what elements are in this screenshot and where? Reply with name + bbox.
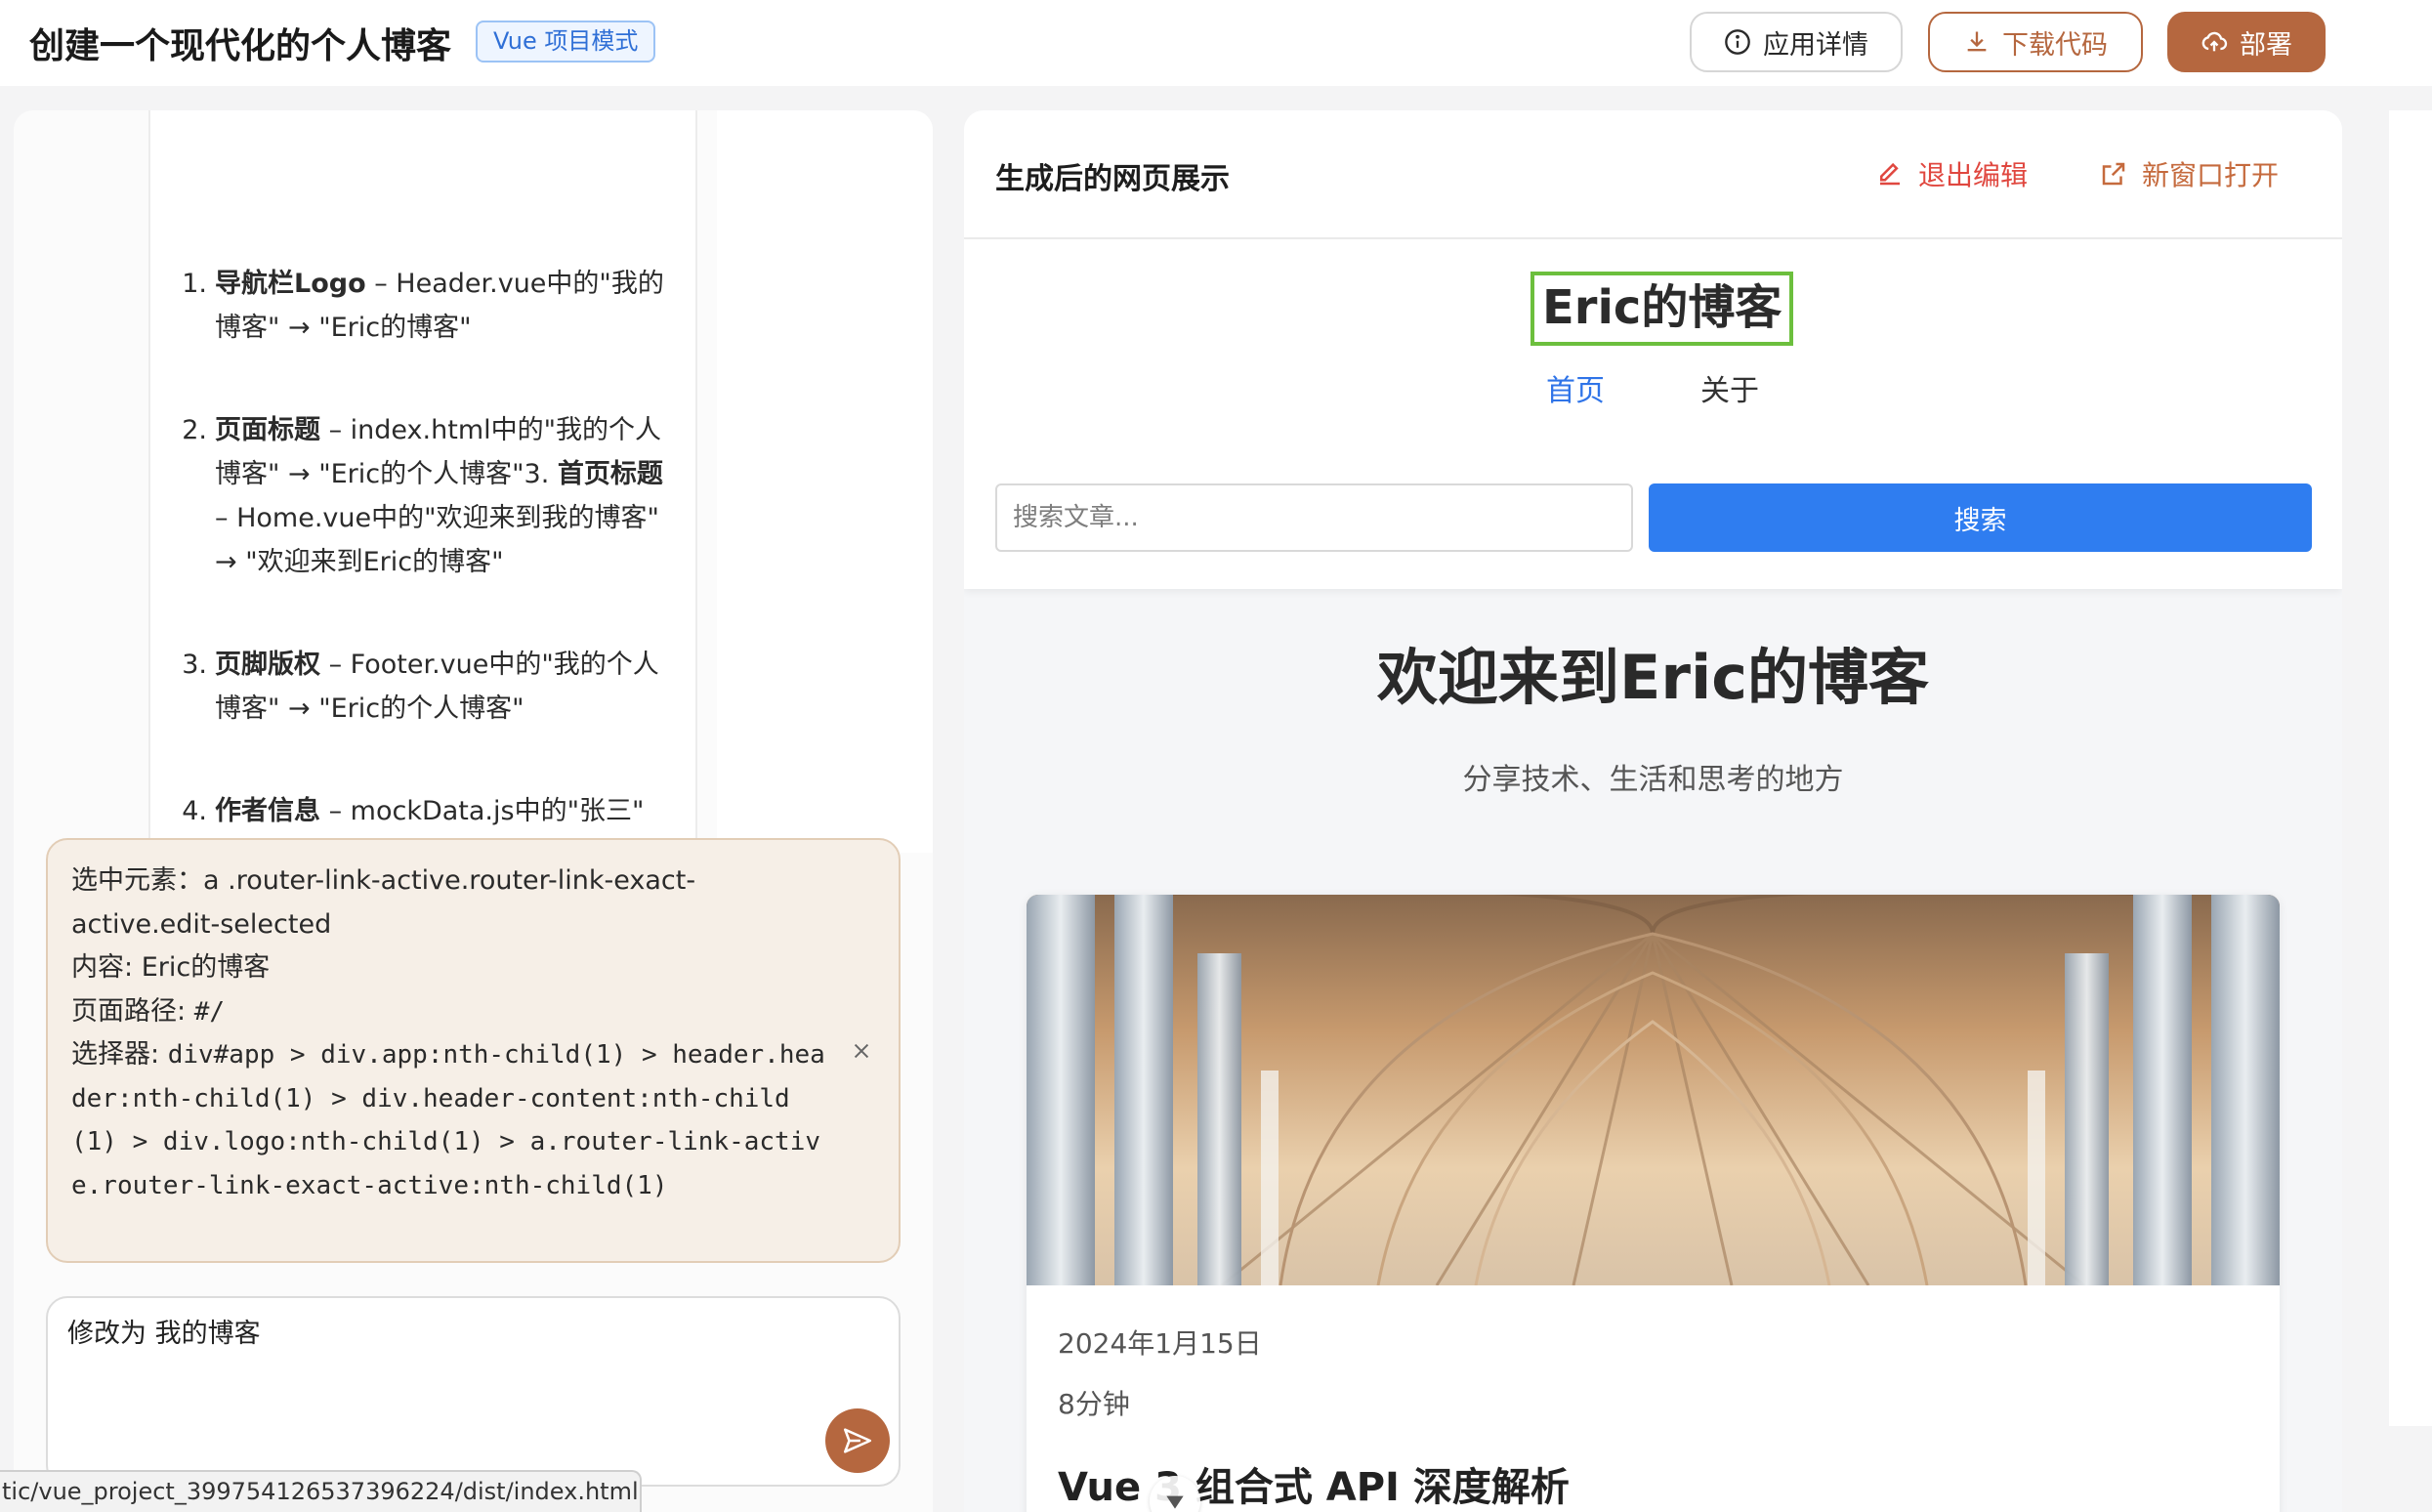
change-item-detail: – Home.vue中的"欢迎来到我的博客" → "欢迎来到Eric的博客" — [215, 503, 659, 577]
change-item-number: 3. — [182, 650, 207, 680]
article-search-input[interactable] — [995, 483, 1633, 552]
content-label: 内容: — [71, 952, 142, 983]
post-read-time: 8分钟 — [1058, 1388, 1130, 1420]
message-input-box: 修改为 我的博客 — [46, 1296, 901, 1487]
hero-title: 欢迎来到Eric的博客 — [1377, 642, 1929, 713]
message-input[interactable]: 修改为 我的博客 — [67, 1312, 810, 1458]
change-item: 2. 页面标题 – index.html中的"我的个人博客" → "Eric的个人… — [176, 408, 684, 584]
change-item-number: 2. — [182, 415, 207, 445]
post-image — [1027, 895, 2280, 1285]
change-item-heading: 首页标题 — [557, 459, 663, 489]
assistant-message: 1. 导航栏Logo – Header.vue中的"我的博客" → "Eric的博… — [148, 110, 697, 853]
change-item: 3. 页脚版权 – Footer.vue中的"我的个人博客" → "Eric的个人… — [176, 643, 684, 731]
page-path-value: #/ — [193, 996, 225, 1027]
post-card[interactable]: 2024年1月15日 8分钟 Vue 3 组合式 API 深度解析 — [1027, 895, 2280, 1512]
download-code-button[interactable]: 下载代码 — [1928, 12, 2143, 72]
selector-line: 选择器: div#app > div.app:nth-child(1) > he… — [71, 1033, 830, 1207]
page-path-line: 页面路径: #/ — [71, 990, 830, 1034]
post-date: 2024年1月15日 — [1058, 1327, 1262, 1360]
app-title: 创建一个现代化的个人博客 — [29, 26, 452, 66]
open-new-window-label: 新窗口打开 — [2142, 159, 2280, 191]
content-value: Eric的博客 — [141, 952, 271, 983]
change-item-text: 作者信息 – mockData.js中的"张三" — [215, 789, 644, 833]
post-title[interactable]: Vue 3 组合式 API 深度解析 — [1058, 1455, 1570, 1512]
exit-edit-label: 退出编辑 — [1918, 159, 2029, 191]
nav-home-link[interactable]: 首页 — [1546, 366, 1605, 409]
download-code-label: 下载代码 — [2002, 29, 2108, 61]
selector-value: div#app > div.app:nth-child(1) > header.… — [71, 1040, 825, 1200]
change-item-number: 4. — [182, 796, 207, 826]
change-item-number: 1. — [182, 269, 207, 299]
chevron-down-icon — [1166, 1495, 1184, 1509]
change-item-heading: 页脚版权 — [215, 650, 320, 680]
deploy-button[interactable]: 部署 — [2167, 12, 2326, 72]
clear-selection-button[interactable] — [844, 1033, 879, 1069]
top-bar: 创建一个现代化的个人博客 Vue 项目模式 应用详情 下载代码 部署 — [0, 0, 2432, 86]
selector-label: 选择器: — [71, 1039, 168, 1070]
change-item: 4. 作者信息 – mockData.js中的"张三" — [176, 789, 684, 833]
deploy-label: 部署 — [2240, 29, 2292, 61]
content-line: 内容: Eric的博客 — [71, 946, 830, 990]
preview-title: 生成后的网页展示 — [995, 162, 1230, 196]
site-header: Eric的博客 首页 关于 搜索 — [964, 239, 2342, 589]
preview-pane: 生成后的网页展示 退出编辑 新窗口打开 Eric的博客 首页 关于 搜索 欢迎来… — [964, 110, 2342, 1512]
change-item-heading: 页面标题 — [215, 415, 320, 445]
download-icon — [1967, 31, 1987, 52]
selected-element-line: 选中元素：a .router-link-active.router-link-e… — [71, 860, 830, 946]
status-url-tooltip: tic/vue_project_399754126537396224/dist/… — [0, 1470, 642, 1512]
info-icon — [1725, 29, 1750, 55]
app-detail-label: 应用详情 — [1763, 29, 1868, 61]
change-item: 1. 导航栏Logo – Header.vue中的"我的博客" → "Eric的博… — [176, 262, 684, 350]
close-icon — [854, 1043, 869, 1059]
mode-badge: Vue 项目模式 — [476, 21, 656, 63]
change-item-text: 页脚版权 – Footer.vue中的"我的个人博客" → "Eric的个人博客… — [215, 643, 684, 731]
send-button[interactable] — [825, 1408, 890, 1473]
app-detail-button[interactable]: 应用详情 — [1690, 12, 1903, 72]
exit-edit-button[interactable]: 退出编辑 — [1875, 154, 2028, 193]
external-link-icon — [2102, 162, 2125, 186]
page-scrollbar-track — [2389, 110, 2432, 1426]
open-new-window-button[interactable]: 新窗口打开 — [2099, 154, 2279, 193]
preview-header: 生成后的网页展示 退出编辑 新窗口打开 — [964, 110, 2342, 239]
selected-element-card: 选中元素：a .router-link-active.router-link-e… — [46, 838, 901, 1263]
page-path-label: 页面路径: — [71, 995, 194, 1027]
nav-about-link[interactable]: 关于 — [1700, 366, 1759, 409]
site-logo-link[interactable]: Eric的博客 — [1530, 272, 1794, 346]
hero-subtitle: 分享技术、生活和思考的地方 — [1462, 763, 1844, 797]
change-item-detail: – mockData.js中的"张三" — [320, 796, 645, 826]
article-search-button[interactable]: 搜索 — [1649, 483, 2312, 552]
send-icon — [843, 1428, 872, 1453]
change-item-heading: 作者信息 — [215, 796, 320, 826]
chat-scroll-area — [717, 110, 933, 853]
change-list: 1. 导航栏Logo – Header.vue中的"我的博客" → "Eric的博… — [176, 262, 684, 892]
change-item-text: 页面标题 – index.html中的"我的个人博客" → "Eric的个人博客… — [215, 408, 684, 584]
change-item-heading: 导航栏Logo — [215, 269, 366, 299]
selected-element-label: 选中元素： — [71, 865, 203, 896]
cloud-upload-icon — [2201, 31, 2228, 52]
change-item-text: 导航栏Logo – Header.vue中的"我的博客" → "Eric的博客" — [215, 262, 684, 350]
pencil-icon — [1880, 162, 1900, 186]
